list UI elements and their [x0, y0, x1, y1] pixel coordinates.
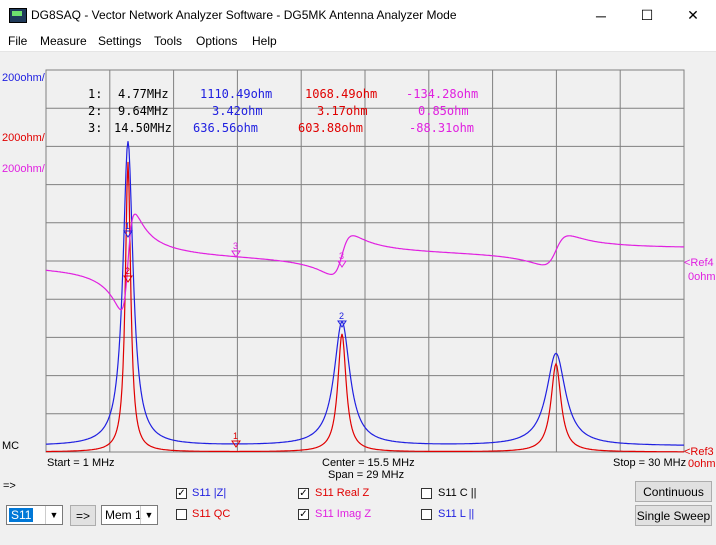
single-sweep-button[interactable]: Single Sweep	[635, 505, 712, 526]
mem-select[interactable]: Mem 1 ▼	[101, 505, 158, 525]
ref3-label: <Ref3	[684, 446, 714, 458]
arrow-label: =>	[3, 480, 16, 492]
chevron-down-icon: ▼	[140, 506, 157, 524]
marker-1-z: 1110.49ohm	[200, 87, 273, 101]
go-button[interactable]: =>	[70, 505, 96, 526]
marker-number: 2	[125, 266, 130, 276]
menu-settings[interactable]: Settings	[98, 34, 141, 48]
window-title: DG8SAQ - Vector Network Analyzer Softwar…	[31, 8, 457, 22]
trace-checkbox-c[interactable]	[421, 488, 432, 499]
trace-checkbox-real[interactable]: ✓	[298, 488, 309, 499]
trace-checkbox-imag[interactable]: ✓	[298, 509, 309, 520]
start-freq-label: Start = 1 MHz	[47, 457, 115, 469]
trace-label-c: S11 C ||	[438, 487, 477, 499]
marker-number: 1	[233, 431, 238, 441]
title-bar: DG8SAQ - Vector Network Analyzer Softwar…	[0, 0, 716, 31]
trace-checkbox-l[interactable]	[421, 509, 432, 520]
menu-options[interactable]: Options	[196, 34, 237, 48]
continuous-button[interactable]: Continuous	[635, 481, 712, 502]
marker-2-r: 3.17ohm	[317, 104, 368, 118]
marker-2-z: 3.42ohm	[212, 104, 263, 118]
mc-label: MC	[2, 440, 20, 452]
ref3-value: 0ohm	[688, 458, 716, 470]
marker-1-r: 1068.49ohm	[305, 87, 378, 101]
marker-number: 2	[339, 311, 344, 321]
trace-label-imag: S11 Imag Z	[315, 508, 372, 520]
marker-2-freq: 9.64MHz	[118, 104, 169, 118]
marker-1-x: -134.28ohm	[406, 87, 479, 101]
mem-select-value: Mem 1	[105, 508, 142, 522]
span-label: Span = 29 MHz	[328, 469, 405, 481]
center-freq-label: Center = 15.5 MHz	[322, 457, 415, 469]
marker-number: 3	[339, 251, 344, 261]
trace-label-qc: S11 QC	[192, 508, 231, 520]
source-select[interactable]: S11 ▼	[6, 505, 63, 525]
plot-area[interactable]: 1 2 3 1 2 3 200ohm/ 200ohm/ 200ohm/ <Ref4 0oh…	[0, 52, 716, 481]
menu-measure[interactable]: Measure	[40, 34, 87, 48]
marker-3-z: 636.56ohm	[193, 121, 259, 135]
trace-label-l: S11 L ||	[438, 508, 475, 520]
marker-3-x: -88.31ohm	[409, 121, 475, 135]
ref4-value: 0ohm	[688, 271, 716, 283]
menu-help[interactable]: Help	[252, 34, 277, 48]
ref4-label: <Ref4	[684, 257, 714, 269]
trace-checkbox-z[interactable]: ✓	[176, 488, 187, 499]
scale-label-z: 200ohm/	[2, 72, 45, 84]
trace-label-z: S11 |Z|	[192, 487, 227, 499]
marker-3-freq: 14.50MHz	[114, 121, 172, 135]
trace-checkbox-qc[interactable]	[176, 509, 187, 520]
scale-label-r: 200ohm/	[2, 132, 45, 144]
close-button[interactable]: ✕	[670, 0, 716, 31]
marker-3-id: 3:	[88, 121, 103, 135]
menu-bar: File Measure Settings Tools Options Help	[0, 31, 716, 52]
marker-3-r: 603.88ohm	[298, 121, 364, 135]
menu-tools[interactable]: Tools	[154, 34, 182, 48]
marker-2-id: 2:	[88, 104, 103, 118]
marker-number: 1	[125, 221, 130, 231]
source-select-value: S11	[9, 508, 34, 522]
maximize-button[interactable]: ☐	[624, 0, 670, 31]
marker-1-id: 1:	[88, 87, 103, 101]
chevron-down-icon: ▼	[45, 506, 62, 524]
stop-freq-label: Stop = 30 MHz	[613, 457, 687, 469]
marker-1-freq: 4.77MHz	[118, 87, 169, 101]
app-icon	[9, 8, 27, 23]
menu-file[interactable]: File	[8, 34, 27, 48]
minimize-button[interactable]: ─	[578, 0, 624, 31]
marker-2-x: 0.85ohm	[418, 104, 469, 118]
trace-label-real: S11 Real Z	[315, 487, 370, 499]
marker-number: 3	[233, 241, 238, 251]
scale-label-x: 200ohm/	[2, 163, 45, 175]
